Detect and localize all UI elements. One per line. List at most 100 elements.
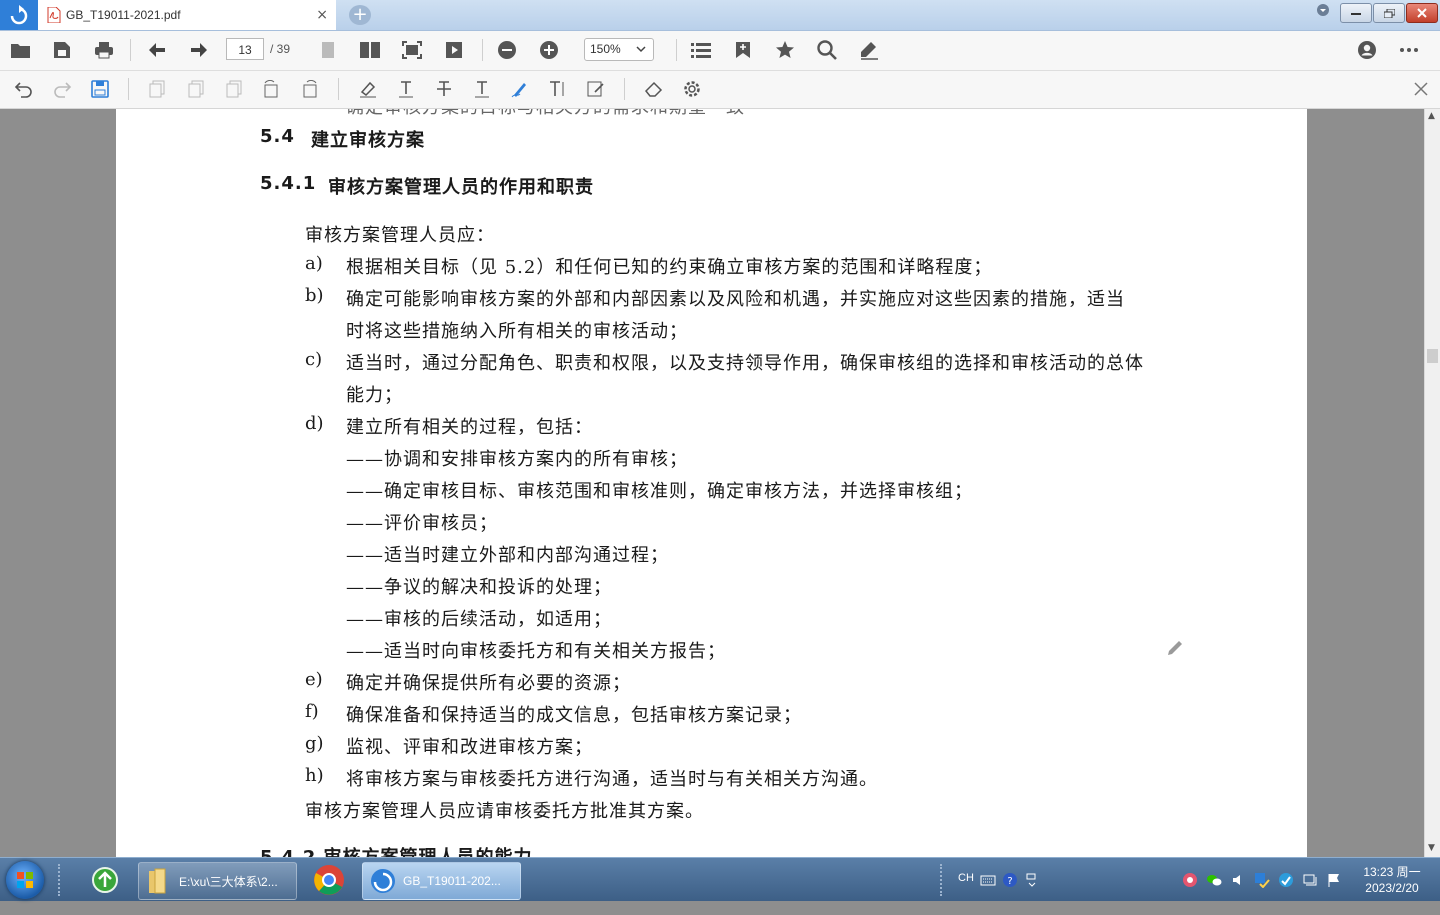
keyboard-icon[interactable] bbox=[980, 872, 996, 888]
outline-list-icon[interactable] bbox=[688, 37, 714, 63]
save-icon[interactable] bbox=[87, 76, 113, 102]
start-button[interactable] bbox=[6, 861, 44, 899]
eraser-icon[interactable] bbox=[641, 76, 667, 102]
new-tab-button[interactable]: + bbox=[349, 5, 371, 25]
zoom-out-icon[interactable] bbox=[494, 37, 520, 63]
wechat-icon[interactable] bbox=[1206, 872, 1222, 888]
action-center-flag-icon[interactable] bbox=[1326, 872, 1342, 888]
save-as-icon[interactable] bbox=[49, 37, 75, 63]
favorite-star-icon[interactable] bbox=[772, 37, 798, 63]
list-item-text: 监视、评审和改进审核方案； bbox=[346, 737, 593, 758]
scroll-down-icon[interactable]: ▼ bbox=[1428, 843, 1435, 853]
separator bbox=[482, 39, 483, 61]
update-app-icon[interactable] bbox=[88, 862, 122, 898]
language-bar-options-icon[interactable] bbox=[1024, 872, 1040, 888]
previous-page-arrow-icon[interactable] bbox=[144, 37, 170, 63]
redo-icon[interactable] bbox=[49, 76, 75, 102]
list-item-text: 确定可能影响审核方案的外部和内部因素以及风险和机遇，并实施应对这些因素的措施，适… bbox=[346, 289, 1125, 310]
edit-text-pencil-icon[interactable] bbox=[1166, 636, 1186, 656]
open-folder-icon[interactable] bbox=[8, 37, 34, 63]
network-icon[interactable] bbox=[1302, 872, 1318, 888]
page-number-input[interactable]: 13 bbox=[226, 38, 264, 60]
next-page-arrow-icon[interactable] bbox=[186, 37, 212, 63]
separator bbox=[130, 39, 131, 61]
edit-toolbar bbox=[0, 71, 1440, 109]
intro-paragraph: 审核方案管理人员应： bbox=[305, 225, 495, 246]
section-heading-title: 建立审核方案 bbox=[311, 130, 425, 151]
zoom-in-icon[interactable] bbox=[536, 37, 562, 63]
separator bbox=[676, 39, 677, 61]
close-toolbar-icon[interactable] bbox=[1408, 76, 1434, 102]
list-item-text: 适当时，通过分配角色、职责和权限，以及支持领导作用，确保审核组的选择和审核活动的… bbox=[346, 353, 1144, 374]
list-item-label: h) bbox=[305, 765, 324, 786]
strikethrough-icon[interactable] bbox=[431, 76, 457, 102]
account-avatar-icon[interactable] bbox=[1354, 37, 1380, 63]
chrome-browser-icon[interactable] bbox=[308, 862, 350, 898]
system-clock[interactable]: 13:23 周一 2023/2/20 bbox=[1352, 864, 1432, 896]
pdf-window-label: GB_T19011-202... bbox=[403, 874, 501, 888]
document-viewport[interactable]: 确定审核方案的目标与相关方的需求和期望一致 5.4 建立审核方案 5.4.1 审… bbox=[0, 109, 1424, 857]
clock-time: 13:23 周一 bbox=[1363, 865, 1421, 879]
print-icon[interactable] bbox=[91, 37, 117, 63]
two-page-view-icon[interactable] bbox=[357, 37, 383, 63]
list-item-label: e) bbox=[305, 669, 323, 690]
separator bbox=[624, 78, 625, 100]
signature-pen-icon[interactable] bbox=[856, 37, 882, 63]
squiggly-text-icon[interactable] bbox=[469, 76, 495, 102]
bookmark-add-icon[interactable] bbox=[730, 37, 756, 63]
svg-text:?: ? bbox=[1007, 876, 1012, 887]
tab-title: GB_T19011-2021.pdf bbox=[66, 8, 181, 22]
tray-app-icon[interactable] bbox=[1182, 872, 1198, 888]
rotate-right-icon[interactable] bbox=[297, 76, 323, 102]
help-icon[interactable]: ? bbox=[1002, 872, 1018, 888]
zoom-level-select[interactable]: 150% bbox=[584, 38, 654, 61]
slideshow-icon[interactable] bbox=[441, 37, 467, 63]
tab-document[interactable]: GB_T19011-2021.pdf × bbox=[38, 0, 336, 30]
clock-date: 2023/2/20 bbox=[1365, 881, 1419, 895]
list-item-text: 能力； bbox=[346, 385, 403, 406]
settings-gear-icon[interactable] bbox=[679, 76, 705, 102]
dash-item: ——适当时向审核委托方和有关相关方报告； bbox=[346, 641, 726, 662]
dropdown-circle-icon[interactable] bbox=[1316, 3, 1330, 17]
taskbar-pdf-window[interactable]: GB_T19011-202... bbox=[362, 862, 521, 900]
edit-form-icon[interactable] bbox=[583, 76, 609, 102]
close-window-button[interactable] bbox=[1406, 3, 1438, 23]
text-box-icon[interactable] bbox=[545, 76, 571, 102]
app-logo-icon[interactable] bbox=[0, 0, 38, 30]
input-language-indicator[interactable]: CH bbox=[958, 872, 974, 915]
network-share-icon[interactable] bbox=[1254, 872, 1270, 888]
highlight-icon[interactable] bbox=[355, 76, 381, 102]
next-section-heading-clipped: 5.4.2 审核方案管理人员的能力 bbox=[260, 843, 533, 857]
more-options-icon[interactable] bbox=[1396, 37, 1422, 63]
chevron-down-icon bbox=[636, 46, 646, 53]
dash-item: ——评价审核员； bbox=[346, 513, 498, 534]
taskbar-explorer-window[interactable]: E:\xu\三大体系\2... bbox=[138, 862, 297, 900]
restore-button[interactable] bbox=[1373, 3, 1405, 23]
paste-page-icon[interactable] bbox=[221, 76, 247, 102]
fit-page-icon[interactable] bbox=[399, 37, 425, 63]
tab-bar: GB_T19011-2021.pdf × + bbox=[0, 0, 1440, 31]
single-page-icon[interactable] bbox=[315, 37, 341, 63]
scrollbar-thumb[interactable] bbox=[1427, 349, 1438, 363]
rotate-left-icon[interactable] bbox=[258, 76, 284, 102]
volume-icon[interactable] bbox=[1230, 872, 1246, 888]
dash-item: ——审核的后续活动，如适用； bbox=[346, 609, 612, 630]
list-item-text: 确定并确保提供所有必要的资源； bbox=[346, 673, 631, 694]
vertical-scrollbar[interactable]: ▲ ▼ bbox=[1424, 109, 1440, 857]
sync-cloud-icon[interactable] bbox=[1278, 872, 1294, 888]
copy-page-icon[interactable] bbox=[144, 76, 170, 102]
closing-paragraph: 审核方案管理人员应请审核委托方批准其方案。 bbox=[305, 801, 704, 822]
section-heading-number: 5.4 bbox=[260, 126, 295, 147]
explorer-window-label: E:\xu\三大体系\2... bbox=[179, 874, 278, 889]
search-icon[interactable] bbox=[814, 37, 840, 63]
underline-text-icon[interactable] bbox=[393, 76, 419, 102]
list-item-label: f) bbox=[305, 701, 319, 722]
separator bbox=[128, 78, 129, 100]
tab-close-icon[interactable]: × bbox=[316, 7, 328, 23]
freehand-pen-icon[interactable] bbox=[507, 76, 533, 102]
minimize-button[interactable] bbox=[1340, 3, 1372, 23]
list-item-text: 将审核方案与审核委托方进行沟通，适当时与有关相关方沟通。 bbox=[346, 769, 878, 790]
scroll-up-icon[interactable]: ▲ bbox=[1428, 111, 1435, 121]
duplicate-page-icon[interactable] bbox=[183, 76, 209, 102]
undo-icon[interactable] bbox=[11, 76, 37, 102]
